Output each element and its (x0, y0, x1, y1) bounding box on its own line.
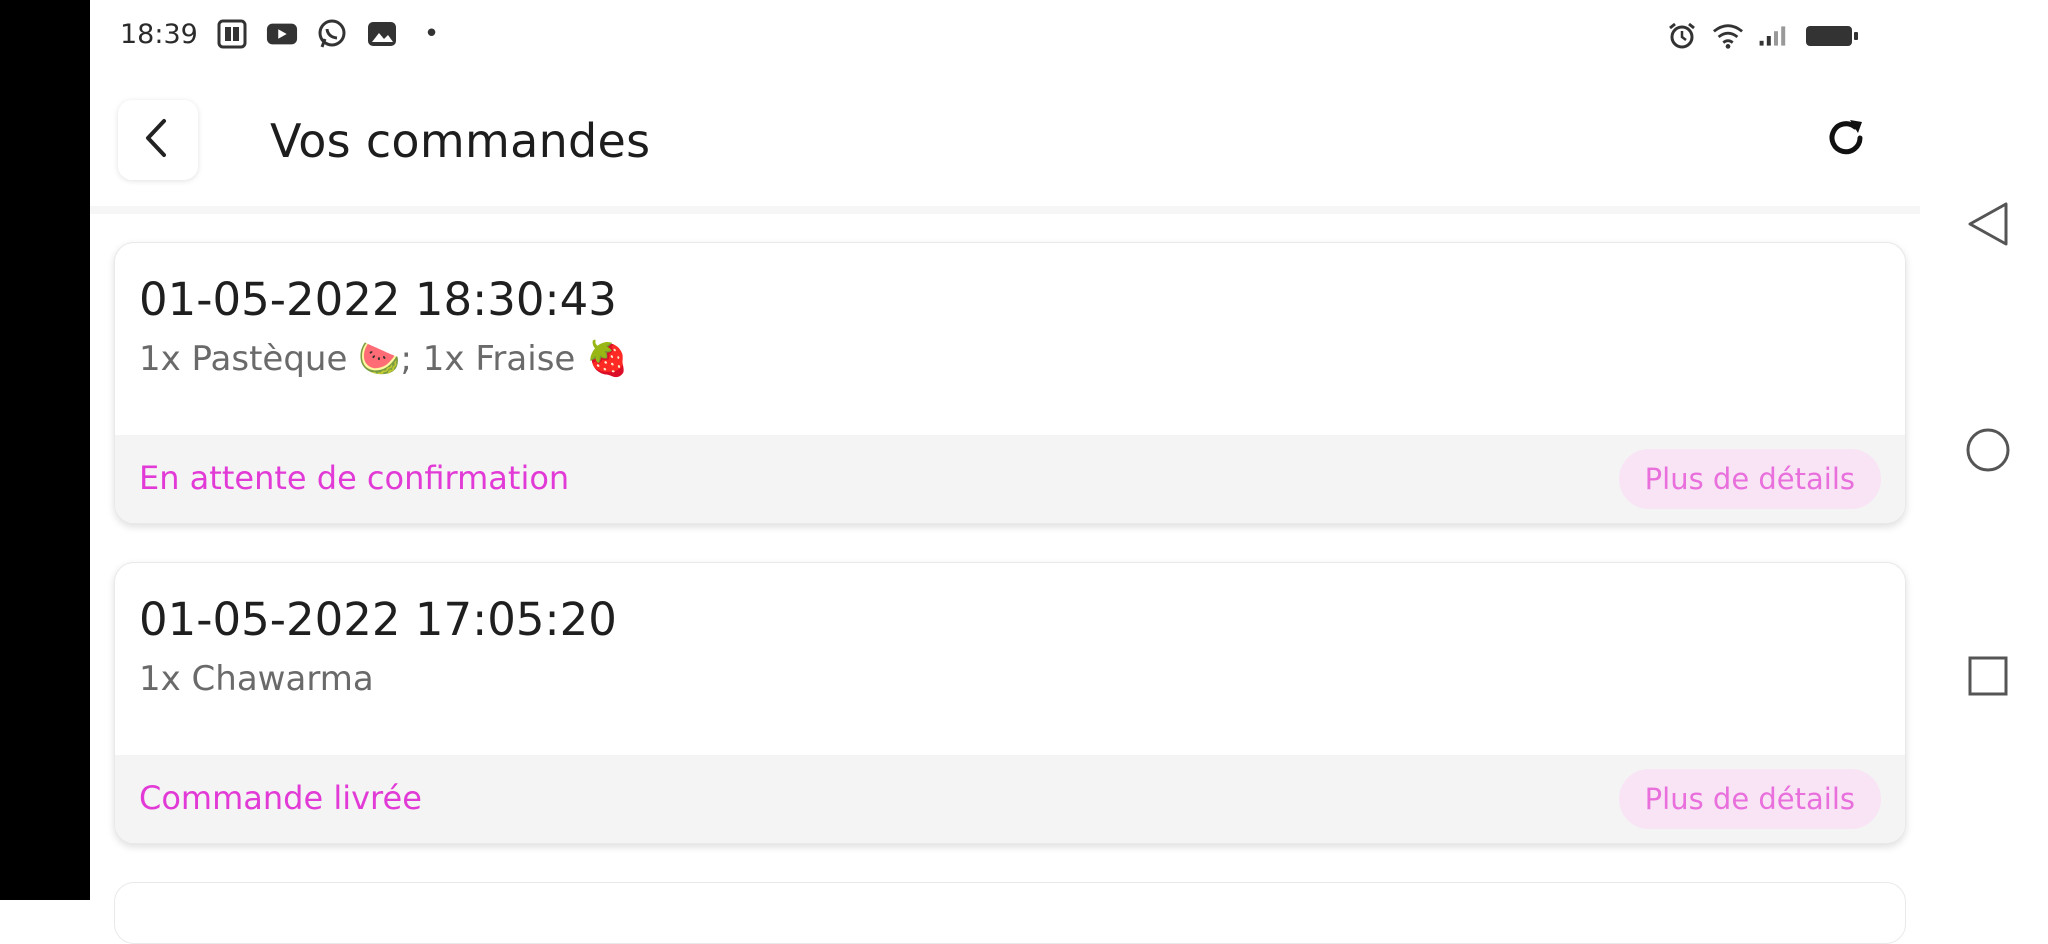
youtube-icon (266, 18, 298, 50)
page-title: Vos commandes (270, 114, 651, 168)
header-divider (90, 206, 1920, 214)
whatsapp-icon (316, 18, 348, 50)
order-date: 01-05-2022 18:30:43 (139, 273, 617, 326)
left-black-bar (0, 0, 90, 900)
order-status: En attente de confirmation (139, 459, 570, 497)
alarm-icon (1666, 20, 1698, 52)
nav-home-button[interactable] (1964, 428, 2012, 476)
refresh-button[interactable] (1820, 114, 1872, 166)
gallery-icon (216, 18, 248, 50)
wifi-icon (1712, 20, 1744, 52)
more-details-button[interactable]: Plus de détails (1618, 449, 1881, 509)
nav-recents-button[interactable] (1964, 654, 2012, 702)
system-nav-bar (1920, 0, 2048, 900)
order-items: 1x Pastèque 🍉; 1x Fraise 🍓 (139, 339, 629, 379)
notification-dot: • (423, 19, 440, 49)
app-screen: 18:39 • Vos commandes 01-05-2022 18:30:4… (90, 0, 1920, 944)
order-card: 01-05-2022 18:30:43 1x Pastèque 🍉; 1x Fr… (114, 242, 1906, 524)
order-status: Commande livrée (139, 779, 422, 817)
battery-icon (1804, 20, 1860, 52)
signal-icon (1758, 20, 1790, 52)
triangle-back-icon (1966, 200, 2010, 252)
app-header: Vos commandes (90, 92, 1920, 214)
back-button[interactable] (118, 100, 198, 180)
order-card-footer: En attente de confirmation Plus de détai… (115, 435, 1905, 523)
order-card: 01-05-2022 17:05:20 1x Chawarma Commande… (114, 562, 1906, 844)
more-details-button[interactable]: Plus de détails (1618, 769, 1881, 829)
order-items: 1x Chawarma (139, 659, 374, 699)
image-icon (366, 18, 398, 50)
nav-back-button[interactable] (1964, 202, 2012, 250)
square-recents-icon (1966, 654, 2010, 702)
status-time: 18:39 (120, 18, 198, 50)
order-date: 01-05-2022 17:05:20 (139, 593, 617, 646)
refresh-icon (1824, 116, 1868, 164)
chevron-left-icon (140, 117, 176, 163)
order-card-footer: Commande livrée Plus de détails (115, 755, 1905, 843)
status-bar: 18:39 • (120, 14, 1860, 58)
circle-home-icon (1964, 426, 2012, 478)
order-card-partial[interactable] (114, 882, 1906, 944)
